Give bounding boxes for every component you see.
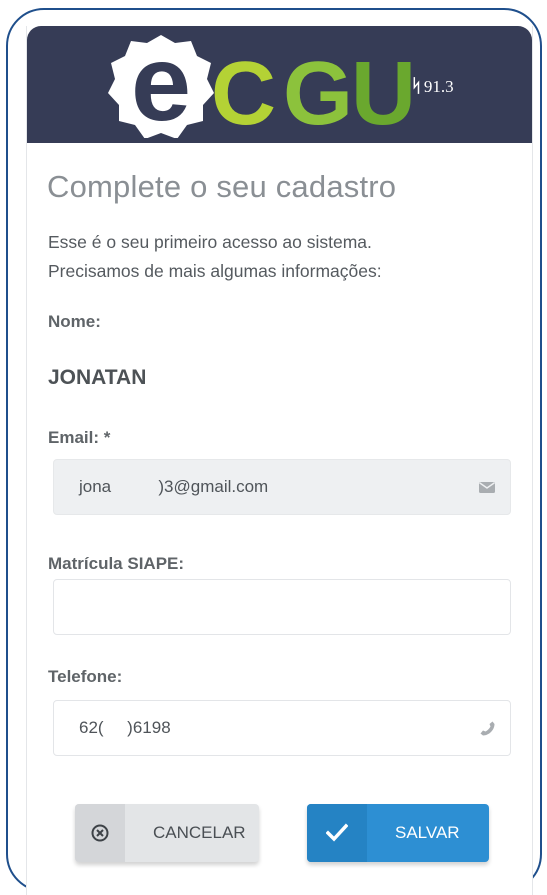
name-label: Nome: <box>48 312 101 331</box>
siape-label: Matrícula SIAPE: <box>48 554 185 573</box>
logo-letter-g: G <box>283 44 353 138</box>
phone-label: Telefone: <box>48 667 123 686</box>
page-title: Complete o seu cadastro <box>47 169 397 204</box>
logo-letter-u: U <box>351 44 416 138</box>
phone-value: 62( )6198 <box>79 718 171 737</box>
intro-line-1: Esse é o seu primeiro acesso ao sistema. <box>48 232 372 252</box>
save-button[interactable]: SALVAR <box>307 804 489 862</box>
phone-icon <box>480 721 495 736</box>
siape-field[interactable] <box>53 579 511 635</box>
email-field[interactable]: jona )3@gmail.com <box>53 459 511 515</box>
phone-field[interactable]: 62( )6198 <box>53 700 511 756</box>
circle-x-icon <box>91 824 109 842</box>
logo-letter-c: C <box>211 44 276 138</box>
intro-text: Esse é o seu primeiro acesso ao sistema.… <box>48 228 508 286</box>
branch-icon: ᛋ <box>411 76 422 96</box>
app-header: e C G U ᛋ 91.3 <box>27 26 532 143</box>
save-label: SALVAR <box>395 823 460 842</box>
checkmark-icon <box>326 823 348 842</box>
cancel-icon-box <box>75 804 125 862</box>
email-label: Email: * <box>48 428 111 447</box>
version-number: 91.3 <box>423 77 454 96</box>
name-value: JONATAN <box>48 366 147 389</box>
envelope-icon <box>479 482 495 493</box>
email-value: jona )3@gmail.com <box>79 477 269 496</box>
intro-line-2: Precisamos de mais algumas informações: <box>48 261 382 281</box>
cancel-label: CANCELAR <box>153 823 246 842</box>
logo-letter-e: e <box>131 32 191 138</box>
registration-card: e C G U ᛋ 91.3 Complete o seu cadastro Es… <box>26 26 533 895</box>
version-badge: ᛋ 91.3 <box>411 76 454 97</box>
save-icon-box <box>307 804 367 862</box>
cancel-button[interactable]: CANCELAR <box>75 804 259 862</box>
